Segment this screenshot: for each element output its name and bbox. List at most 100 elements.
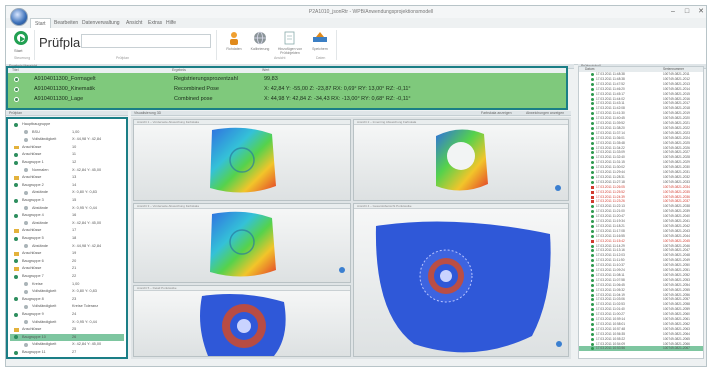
tree-item[interactable]: Anschlüsse 13	[10, 174, 124, 182]
check-icon	[591, 171, 594, 174]
tree-item[interactable]: Abstände X: 44,98 Y: 42,84	[10, 243, 124, 251]
tab-hilfe[interactable]: Hilfe	[166, 18, 176, 28]
tab-ansicht[interactable]: Ansicht	[126, 18, 142, 28]
pruefplan-dropdown[interactable]	[81, 34, 211, 48]
tree-item[interactable]: Abstände X: 42,84 Y: 45,00	[10, 220, 124, 228]
start-play-icon[interactable]	[14, 31, 28, 45]
tree-item[interactable]: Baugruppe 4 16	[10, 212, 124, 220]
check-circle-icon	[14, 312, 18, 317]
check-icon	[591, 278, 594, 282]
kalibrierung-button[interactable]	[250, 31, 270, 45]
tree-item[interactable]: Baugruppe 5 18	[10, 235, 124, 243]
tree-item[interactable]: Anschlüsse 25	[10, 326, 124, 334]
protocol-serial: 100749-0821-2067	[663, 346, 690, 351]
tree-item[interactable]: Baugruppe 6 20	[10, 258, 124, 266]
check-icon	[591, 234, 594, 238]
tab-datenverwaltung[interactable]: Datenverwaltung	[82, 18, 120, 28]
check-icon	[591, 332, 594, 336]
viewport-1[interactable]: Ansicht 1 – Vorderseite Abweichung Farbs…	[133, 119, 351, 201]
column-header-ergebnis[interactable]: Ergebnis	[172, 68, 186, 73]
tree-item[interactable]: Normalen X: 42,84 Y: 45,00	[10, 167, 124, 175]
feature-icon	[24, 289, 28, 294]
protocol-time: 17.03.2011 10:53:56	[596, 346, 626, 351]
tree-item[interactable]: Anschlüsse 19	[10, 250, 124, 258]
result-type: Recombined Pose	[174, 86, 219, 92]
tree-item-value: 21	[72, 266, 77, 271]
tree-item-label: Vollständigkeit	[32, 289, 57, 294]
rohdaten-button[interactable]	[224, 31, 244, 45]
tree-item-value: 17	[72, 228, 77, 233]
tree-item[interactable]: Anschlüsse 11	[10, 151, 124, 159]
tree-item[interactable]: Anschlüsse 17	[10, 227, 124, 235]
tree-item-label: Anschlüsse	[22, 228, 42, 233]
feature-icon	[24, 320, 28, 325]
check-icon	[591, 220, 594, 223]
check-icon	[591, 107, 594, 111]
tree-item[interactable]: Baugruppe 10 26	[10, 333, 124, 342]
check-icon	[591, 82, 594, 86]
tree-item[interactable]: Baugruppe 3 15	[10, 197, 124, 205]
viewport-5[interactable]: Ansicht 5 – Detail Punktwolke	[133, 285, 351, 357]
tree-item[interactable]: Baugruppe 1 12	[10, 159, 124, 167]
feature-icon	[24, 130, 28, 135]
feature-icon	[24, 137, 28, 142]
results-table-header: Titel Ergebnis Wert	[8, 68, 566, 73]
tree-item[interactable]: Baugruppe 9 24	[10, 311, 124, 319]
tab-bearbeiten[interactable]: Bearbeiten	[54, 18, 78, 28]
result-row[interactable]: A9104011300_Lage Combined pose X: 44,98 …	[8, 95, 566, 104]
tree-item[interactable]: Baugruppe 2 14	[10, 182, 124, 190]
check-circle-icon	[14, 259, 18, 264]
tree-item[interactable]: Anschlüsse 21	[10, 265, 124, 273]
result-row[interactable]: A9104011300_Kinematik Recombined Pose X:…	[8, 85, 566, 94]
maximize-button[interactable]: □	[680, 7, 694, 16]
check-icon	[591, 175, 594, 179]
error-icon	[591, 185, 594, 189]
farbskala-checkbox[interactable]: Farbskala anzeigen	[481, 111, 512, 116]
tree-item[interactable]: Vollständigkeit X: 44,98 Y: 42,84	[10, 136, 124, 144]
minimize-button[interactable]: –	[666, 7, 680, 16]
protocol-row[interactable]: 17.03.2011 10:53:56 100749-0821-2067	[579, 346, 703, 352]
viewport-3[interactable]: Ansicht 3 – Vorderseite Abweichung Farbs…	[133, 203, 351, 283]
tree-item[interactable]: Vollständigkeit X: 42,84 Y: 45,00	[10, 341, 124, 349]
column-header-titel[interactable]: Titel	[12, 68, 18, 73]
tree-item[interactable]: Abstände X: 0,80 Y: 0,83	[10, 189, 124, 197]
abweichungen-checkbox[interactable]: Abweichungen anzeigen	[526, 111, 564, 116]
check-icon	[591, 102, 594, 106]
check-icon	[591, 327, 594, 331]
result-type: Registrierungsprozentzahl	[174, 76, 238, 82]
check-icon	[591, 141, 594, 145]
feature-icon	[24, 206, 28, 211]
tree-item[interactable]: Baugruppe 7 22	[10, 273, 124, 281]
tree-item[interactable]: BSU 1,00	[10, 129, 124, 137]
viewport-2[interactable]: Ansicht 2 – Innenring Abweichung Farbska…	[353, 119, 569, 201]
tree-item[interactable]: Vollständigkeit Kreise Toleranz	[10, 303, 124, 311]
tree-item[interactable]: Vollständigkeit X: 0,80 Y: 0,83	[10, 288, 124, 296]
close-button[interactable]: ✕	[694, 7, 706, 16]
error-icon	[591, 190, 594, 194]
tree-item[interactable]: Anschlüsse 10	[10, 144, 124, 152]
tree-item[interactable]: Kreise 1,00	[10, 281, 124, 289]
check-circle-icon	[14, 183, 18, 188]
tree-item-label: Vollständigkeit	[32, 342, 57, 347]
tree-item[interactable]: Baugruppe 11 27	[10, 349, 124, 357]
tree-item-value: 10	[72, 144, 77, 149]
check-icon	[591, 97, 594, 101]
tree-item[interactable]: Abstände X: 0,95 Y: 0,44	[10, 205, 124, 213]
tree-item[interactable]: Hauptbaugruppe	[10, 121, 124, 129]
tree-item[interactable]: Vollständigkeit X: 0,95 Y: 0,44	[10, 319, 124, 327]
tree-item-label: Baugruppe 5	[22, 236, 44, 240]
column-header-wert[interactable]: Wert	[262, 68, 269, 73]
tab-start[interactable]: Start	[30, 18, 51, 28]
result-row[interactable]: A9104011300_Formagelt Registrierungsproz…	[8, 75, 566, 84]
tab-extras[interactable]: Extras	[148, 18, 162, 28]
check-icon	[591, 269, 594, 272]
error-icon	[591, 239, 594, 243]
application-menu-button[interactable]	[10, 8, 28, 26]
hinzufuegen-button[interactable]	[280, 31, 300, 45]
tree-item[interactable]: Baugruppe 8 23	[10, 296, 124, 304]
tree-item-value: X: 44,98 Y: 42,84	[72, 243, 102, 248]
tree-item-label: Hauptbaugruppe	[22, 122, 51, 126]
speichern-button[interactable]	[310, 31, 330, 45]
colormap-face-icon	[210, 127, 276, 193]
viewport-4[interactable]: Ansicht 4 – Gesamtübersicht Punktwolke	[353, 203, 569, 357]
